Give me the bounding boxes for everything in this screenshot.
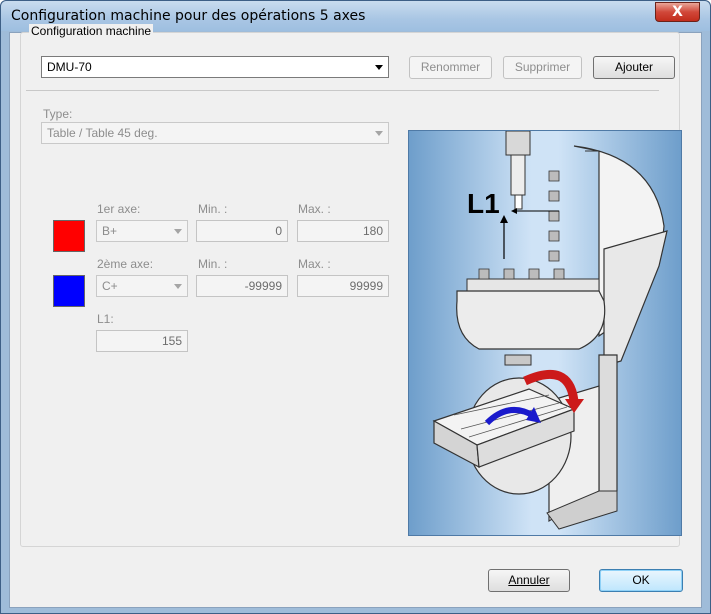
axis2-select-value: C+: [102, 279, 118, 293]
axis2-min-field[interactable]: -99999: [196, 275, 288, 297]
axis2-color-swatch: [53, 275, 85, 307]
type-select[interactable]: Table / Table 45 deg.: [41, 122, 389, 144]
delete-button[interactable]: Supprimer: [503, 56, 582, 79]
dialog-window: Configuration machine pour des opération…: [0, 0, 711, 614]
cancel-button[interactable]: Annuler: [488, 569, 570, 592]
machine-select[interactable]: DMU-70: [41, 56, 389, 78]
machine-diagram: L1: [432, 130, 668, 530]
upper-view: L1: [456, 130, 668, 367]
type-select-value: Table / Table 45 deg.: [47, 126, 158, 140]
axis1-label: 1er axe:: [97, 202, 141, 216]
rename-button[interactable]: Renommer: [409, 56, 492, 79]
cancel-button-label: Annuler: [508, 573, 550, 587]
axis1-min-label: Min. :: [198, 202, 228, 216]
axis2-label: 2ème axe:: [97, 257, 154, 271]
type-label: Type:: [43, 107, 73, 121]
ok-button[interactable]: OK: [599, 569, 683, 592]
axis2-select[interactable]: C+: [96, 275, 188, 297]
axis2-max-field[interactable]: 99999: [297, 275, 389, 297]
axis2-max-label: Max. :: [298, 257, 331, 271]
chevron-down-icon: [174, 284, 182, 289]
axis1-select-value: B+: [102, 224, 118, 238]
axis1-max-label: Max. :: [298, 202, 331, 216]
machine-select-value: DMU-70: [47, 60, 92, 74]
axis2-min-label: Min. :: [198, 257, 228, 271]
chevron-down-icon: [174, 229, 182, 234]
axis1-select[interactable]: B+: [96, 220, 188, 242]
chevron-down-icon: [375, 65, 383, 70]
group-label: Configuration machine: [29, 24, 154, 38]
axis1-min-field[interactable]: 0: [196, 220, 288, 242]
window-title: Configuration machine pour des opération…: [11, 8, 366, 24]
separator: [26, 90, 659, 91]
l1-diagram-label: L1: [467, 188, 500, 219]
machine-illustration: L1: [408, 130, 682, 536]
chevron-down-icon: [375, 131, 383, 136]
close-button[interactable]: X: [655, 2, 700, 22]
axis1-color-swatch: [53, 220, 85, 252]
add-button[interactable]: Ajouter: [593, 56, 675, 79]
l1-field[interactable]: 155: [96, 330, 188, 352]
l1-label: L1:: [97, 312, 114, 326]
lower-view: [432, 354, 618, 530]
axis1-max-field[interactable]: 180: [297, 220, 389, 242]
